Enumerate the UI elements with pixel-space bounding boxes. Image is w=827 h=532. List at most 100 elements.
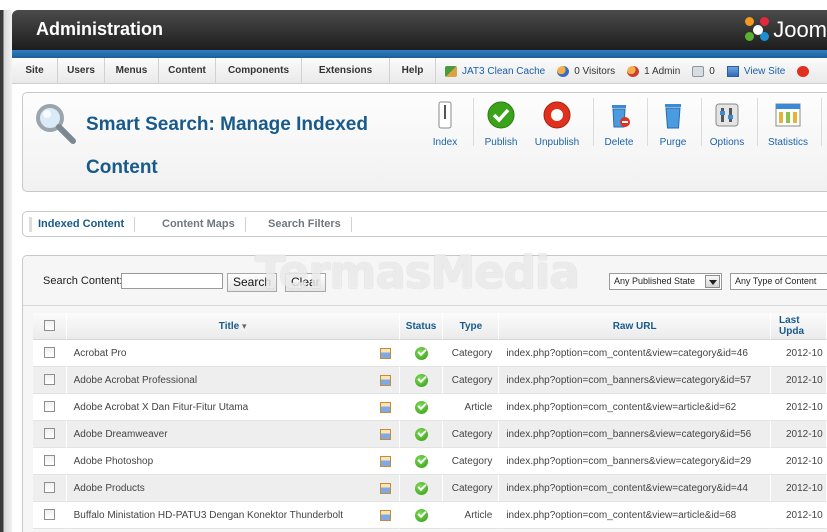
- row-title[interactable]: Adobe Acrobat Professional: [74, 375, 197, 386]
- published-check-icon[interactable]: [414, 400, 428, 414]
- edit-item-icon[interactable]: [379, 402, 391, 413]
- menu-site[interactable]: Site: [12, 58, 58, 84]
- published-check-icon[interactable]: [414, 454, 428, 468]
- cache-link[interactable]: JAT3 Clean Cache: [445, 65, 545, 77]
- main-menu: Site Users Menus Content Components Exte…: [12, 58, 436, 84]
- row-select-cell: [33, 502, 67, 529]
- select-all-checkbox[interactable]: [43, 320, 55, 332]
- row-checkbox[interactable]: [43, 401, 55, 413]
- type-header[interactable]: Type: [443, 313, 500, 340]
- tab-indexed-content[interactable]: Indexed Content: [29, 217, 136, 232]
- row-title[interactable]: Adobe Photoshop: [74, 456, 154, 467]
- edit-item-icon[interactable]: [379, 429, 391, 440]
- messages-status[interactable]: 0: [692, 65, 715, 77]
- row-raw-url: index.php?option=com_banners&view=catego…: [499, 421, 771, 448]
- raw-url-header[interactable]: Raw URL: [499, 313, 771, 340]
- last-updated-header[interactable]: Last Upda: [771, 313, 827, 340]
- row-last-updated: 2012-10: [771, 421, 827, 448]
- index-button[interactable]: Index: [425, 98, 465, 148]
- row-raw-url: index.php?option=com_banners&view=catego…: [499, 448, 771, 475]
- content-type-select[interactable]: Any Type of Content: [730, 273, 827, 290]
- row-raw-url: index.php?option=com_banners&view=catego…: [499, 367, 771, 394]
- row-last-updated: 2012-10: [771, 475, 827, 502]
- published-check-icon[interactable]: [414, 373, 428, 387]
- row-status-cell: [399, 475, 444, 502]
- table-row: Adobe Acrobat X Dan Fitur-Fitur Utama Art…: [33, 394, 827, 421]
- row-checkbox[interactable]: [43, 455, 55, 467]
- edit-item-icon[interactable]: [379, 456, 391, 467]
- row-type: Category: [443, 448, 500, 475]
- row-title-cell: Buffalo Ministation HD-PATU3 Dengan Kone…: [66, 502, 400, 529]
- menu-components[interactable]: Components: [216, 58, 302, 84]
- toolbar-separator: [593, 98, 594, 146]
- row-type: Article: [443, 502, 500, 529]
- published-check-icon[interactable]: [414, 481, 428, 495]
- purge-button[interactable]: Purge: [653, 98, 693, 148]
- row-checkbox[interactable]: [43, 482, 55, 494]
- published-check-icon[interactable]: [414, 346, 428, 360]
- delete-button[interactable]: Delete: [599, 98, 639, 148]
- joomla-mark-icon: [745, 17, 771, 43]
- edit-item-icon[interactable]: [379, 348, 391, 359]
- row-title[interactable]: Adobe Acrobat X Dan Fitur-Fitur Utama: [74, 402, 249, 413]
- edit-item-icon[interactable]: [379, 510, 391, 521]
- tab-search-filters[interactable]: Search Filters: [268, 217, 352, 232]
- published-check-icon[interactable]: [414, 508, 428, 522]
- toolbar-separator: [647, 98, 648, 146]
- row-checkbox[interactable]: [43, 428, 55, 440]
- index-icon: [438, 101, 452, 129]
- logout-link[interactable]: [797, 65, 814, 77]
- row-checkbox[interactable]: [43, 347, 55, 359]
- publish-button[interactable]: Publish: [479, 98, 523, 148]
- edit-item-icon[interactable]: [379, 483, 391, 494]
- row-title[interactable]: Acrobat Pro: [74, 348, 127, 359]
- search-input[interactable]: [121, 273, 223, 289]
- row-type: Category: [443, 421, 500, 448]
- status-header[interactable]: Status: [399, 313, 444, 340]
- published-state-select[interactable]: Any Published State: [609, 273, 722, 290]
- menu-help[interactable]: Help: [390, 58, 436, 84]
- row-checkbox[interactable]: [43, 509, 55, 521]
- row-select-cell: [33, 394, 67, 421]
- menu-menus[interactable]: Menus: [105, 58, 159, 84]
- row-status-cell: [399, 340, 444, 367]
- mail-icon: [692, 65, 705, 77]
- unpublish-button[interactable]: Unpublish: [529, 98, 585, 148]
- options-button[interactable]: Options: [705, 98, 749, 148]
- menu-extensions[interactable]: Extensions: [302, 58, 390, 84]
- chevron-down-icon: [705, 275, 720, 288]
- indexed-content-table: Title ▾ Status Type Raw URL Last Upda Ac…: [33, 313, 827, 529]
- edit-item-icon[interactable]: [379, 375, 391, 386]
- options-icon: [715, 103, 739, 127]
- row-status-cell: [399, 502, 444, 529]
- row-title[interactable]: Buffalo Ministation HD-PATU3 Dengan Kone…: [74, 510, 343, 521]
- row-type: Category: [443, 340, 500, 367]
- row-type: Category: [443, 475, 500, 502]
- table-body: Acrobat Pro Category index.php?option=com_…: [33, 340, 827, 529]
- top-strip: [0, 0, 827, 10]
- browser-frame: Administration Joom Site Users Menus Con…: [0, 0, 827, 532]
- view-site-link[interactable]: View Site: [726, 65, 785, 77]
- users-icon: [557, 65, 570, 77]
- row-type: Article: [443, 394, 500, 421]
- statistics-button[interactable]: Statistics: [763, 98, 813, 148]
- published-check-icon[interactable]: [414, 427, 428, 441]
- row-type: Category: [443, 367, 500, 394]
- row-title[interactable]: Adobe Dreamweaver: [74, 429, 168, 440]
- row-title[interactable]: Adobe Products: [74, 483, 145, 494]
- admin-header: Administration Joom: [12, 10, 827, 50]
- row-title-cell: Adobe Dreamweaver: [66, 421, 400, 448]
- tab-content-maps[interactable]: Content Maps: [162, 217, 246, 232]
- row-last-updated: 2012-10: [771, 394, 827, 421]
- row-status-cell: [399, 367, 444, 394]
- row-checkbox[interactable]: [43, 374, 55, 386]
- status-bar: JAT3 Clean Cache 0 Visitors 1 Admin 0 Vi…: [445, 58, 826, 84]
- menu-users[interactable]: Users: [58, 58, 105, 84]
- menu-content[interactable]: Content: [159, 58, 216, 84]
- title-header[interactable]: Title ▾: [66, 313, 400, 340]
- row-last-updated: 2012-10: [771, 448, 827, 475]
- trash-icon: [665, 104, 681, 129]
- toolbar-separator: [473, 98, 474, 146]
- admins-status: 1 Admin: [627, 65, 680, 77]
- toolbar-separator: [757, 98, 758, 146]
